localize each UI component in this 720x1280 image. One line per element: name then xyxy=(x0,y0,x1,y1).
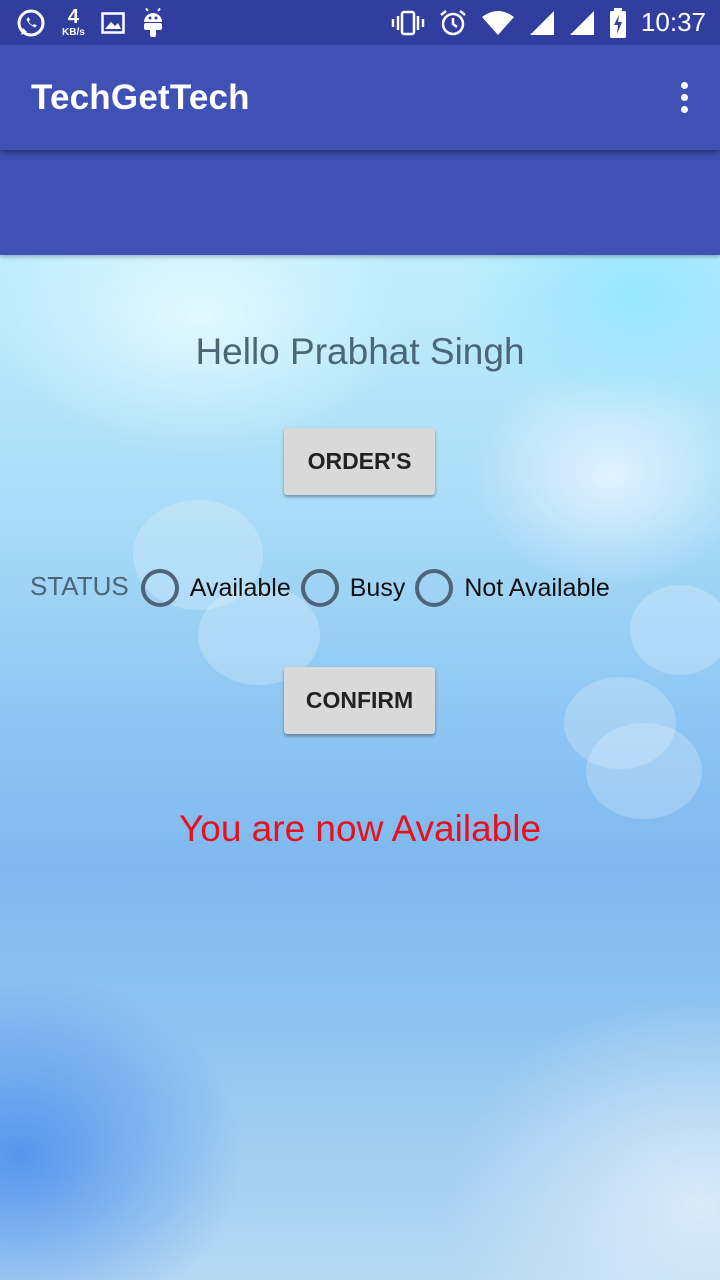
greeting-text: Hello Prabhat Singh xyxy=(195,331,525,372)
radio-button[interactable] xyxy=(415,569,454,607)
app-bar: TechGetTech xyxy=(0,45,720,150)
overflow-menu-dot xyxy=(681,106,688,113)
radio-available[interactable]: Available xyxy=(140,569,291,607)
radio-not-available[interactable]: Not Available xyxy=(415,569,610,607)
wifi-icon xyxy=(481,10,515,36)
radio-button[interactable] xyxy=(140,569,179,607)
clock-time: 10:37 xyxy=(640,7,706,37)
status-message: You are now Available xyxy=(178,808,542,849)
confirm-button[interactable]: CONFIRM xyxy=(284,667,435,734)
whatsapp-icon xyxy=(16,8,46,38)
header-band xyxy=(0,150,720,255)
signal-icon xyxy=(569,10,595,36)
image-icon xyxy=(101,11,125,34)
radio-label: Available xyxy=(189,573,291,602)
background-bokeh xyxy=(586,723,702,819)
overflow-menu-dot xyxy=(681,82,688,89)
background-bokeh xyxy=(630,585,720,675)
network-speed-unit: KB/s xyxy=(62,27,85,38)
radio-button[interactable] xyxy=(300,569,339,607)
network-speed: 4 KB/s xyxy=(62,7,85,38)
status-label: STATUS xyxy=(30,570,129,601)
android-icon xyxy=(141,7,165,38)
main-content: Hello Prabhat Singh ORDER'S STATUS Avail… xyxy=(0,255,720,1280)
status-bar: 4 KB/s 10:37 xyxy=(0,0,720,45)
radio-label: Not Available xyxy=(464,573,610,602)
status-radio-group: STATUS Available Busy Not Available xyxy=(30,567,620,609)
alarm-icon xyxy=(439,9,467,37)
radio-label: Busy xyxy=(349,573,406,602)
vibrate-icon xyxy=(391,10,425,36)
radio-busy[interactable]: Busy xyxy=(300,569,406,607)
overflow-menu-icon[interactable] xyxy=(673,76,696,119)
overflow-menu-dot xyxy=(681,94,688,101)
app-title: TechGetTech xyxy=(31,77,250,117)
signal-icon xyxy=(529,10,555,36)
orders-button[interactable]: ORDER'S xyxy=(284,428,435,495)
network-speed-value: 4 xyxy=(67,6,79,28)
battery-charging-icon xyxy=(609,7,627,38)
